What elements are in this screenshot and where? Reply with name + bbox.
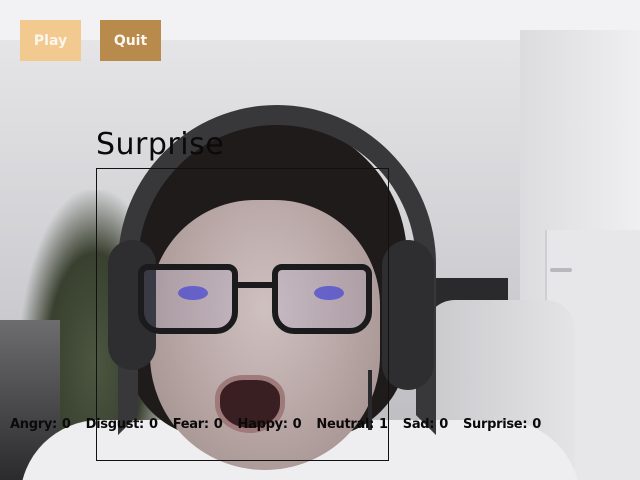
detected-emotion-label: Surprise [96, 127, 225, 162]
emotion-count-neutral: Neutral: 1 [316, 417, 388, 435]
emotion-count-sad: Sad: 0 [403, 417, 448, 435]
webcam-frame: Play Quit Surprise Angry: 0 Disgust: 0 F… [0, 0, 640, 480]
emotion-count-fear: Fear: 0 [173, 417, 223, 435]
emotion-count: 0 [213, 417, 223, 432]
headphones-right-cup [382, 240, 434, 390]
emotion-name: Angry: [10, 417, 57, 432]
emotion-count: 0 [61, 417, 71, 432]
emotion-count-disgust: Disgust: 0 [86, 417, 158, 435]
emotion-count: 1 [379, 417, 388, 432]
emotion-count: 0 [532, 417, 541, 432]
quit-button[interactable]: Quit [100, 20, 161, 61]
emotion-name: Sad: [402, 417, 435, 432]
play-button[interactable]: Play [20, 20, 81, 61]
emotion-counts-bar: Angry: 0 Disgust: 0 Fear: 0 Happy: 0 Neu… [10, 417, 541, 435]
emotion-name: Neutral: [316, 417, 375, 432]
emotion-count: 0 [148, 417, 158, 432]
emotion-count: 0 [439, 417, 448, 432]
emotion-name: Surprise: [462, 417, 528, 432]
emotion-name: Fear: [172, 417, 209, 432]
emotion-count-surprise: Surprise: 0 [463, 417, 541, 435]
emotion-count-happy: Happy: 0 [238, 417, 302, 435]
emotion-count: 0 [292, 417, 302, 432]
emotion-name: Disgust: [85, 417, 145, 432]
emotion-count-angry: Angry: 0 [10, 417, 71, 435]
door-handle [550, 268, 572, 272]
emotion-name: Happy: [237, 417, 288, 432]
